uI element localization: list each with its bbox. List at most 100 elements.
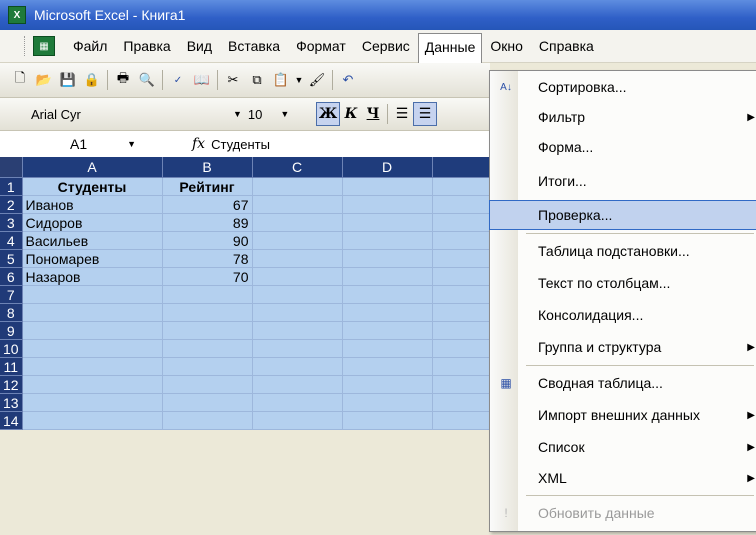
font-size-box[interactable]: ▼ 10 ▼ bbox=[232, 103, 304, 125]
cell[interactable] bbox=[432, 249, 493, 268]
cell[interactable] bbox=[432, 303, 493, 322]
cell[interactable] bbox=[162, 357, 253, 376]
row-header[interactable]: 8 bbox=[0, 303, 23, 322]
function-icon[interactable]: fx bbox=[192, 136, 205, 152]
cell[interactable] bbox=[22, 357, 163, 376]
menu-item-group-outline[interactable]: Группа и структура ▶ bbox=[490, 333, 756, 361]
menu-view[interactable]: Вид bbox=[179, 34, 220, 58]
undo-icon[interactable]: ↶ bbox=[338, 70, 358, 90]
cell-a4[interactable]: Васильев bbox=[22, 231, 163, 250]
cell[interactable] bbox=[22, 411, 163, 430]
cell[interactable] bbox=[342, 339, 433, 358]
row-header[interactable]: 7 bbox=[0, 285, 23, 304]
permission-icon[interactable]: 🔒 bbox=[82, 70, 102, 90]
cell[interactable] bbox=[252, 249, 343, 268]
menu-item-sort[interactable]: A↓ Сортировка... bbox=[490, 73, 756, 101]
paste-icon[interactable]: 📋 bbox=[271, 70, 291, 90]
bold-button[interactable]: Ж bbox=[316, 102, 340, 126]
underline-button[interactable]: Ч bbox=[362, 103, 384, 125]
research-icon[interactable]: 📖 bbox=[192, 70, 212, 90]
cell[interactable] bbox=[432, 357, 493, 376]
cell[interactable] bbox=[252, 411, 343, 430]
cell-a5[interactable]: Пономарев bbox=[22, 249, 163, 268]
cell[interactable] bbox=[162, 285, 253, 304]
menu-item-validation[interactable]: Проверка... bbox=[489, 200, 756, 230]
cell[interactable] bbox=[342, 321, 433, 340]
cell[interactable] bbox=[432, 267, 493, 286]
row-header[interactable]: 1 bbox=[0, 177, 23, 196]
cell[interactable] bbox=[342, 249, 433, 268]
cell[interactable] bbox=[342, 303, 433, 322]
column-header-d[interactable]: D bbox=[342, 157, 433, 178]
row-header[interactable]: 11 bbox=[0, 357, 23, 376]
cell[interactable] bbox=[432, 339, 493, 358]
row-header[interactable]: 13 bbox=[0, 393, 23, 412]
cell-b2[interactable]: 67 bbox=[162, 195, 253, 214]
menu-item-import-external[interactable]: Импорт внешних данных ▶ bbox=[490, 401, 756, 429]
chevron-down-icon[interactable]: ▼ bbox=[233, 109, 242, 119]
chevron-down-icon[interactable]: ▼ bbox=[280, 109, 289, 119]
column-header-e[interactable] bbox=[432, 157, 493, 178]
select-all-corner[interactable] bbox=[0, 157, 23, 178]
name-box[interactable]: A1 ▼ bbox=[0, 133, 136, 155]
cell[interactable] bbox=[22, 285, 163, 304]
cell[interactable] bbox=[162, 339, 253, 358]
cell[interactable] bbox=[252, 357, 343, 376]
menu-item-list[interactable]: Список ▶ bbox=[490, 433, 756, 461]
menu-insert[interactable]: Вставка bbox=[220, 34, 288, 58]
cut-icon[interactable]: ✂ bbox=[223, 70, 243, 90]
cell[interactable] bbox=[22, 375, 163, 394]
row-header[interactable]: 4 bbox=[0, 231, 23, 250]
cell-b5[interactable]: 78 bbox=[162, 249, 253, 268]
cell[interactable] bbox=[432, 321, 493, 340]
cell[interactable] bbox=[162, 375, 253, 394]
cell[interactable] bbox=[342, 267, 433, 286]
menu-item-pivot-table[interactable]: ▦ Сводная таблица... bbox=[490, 369, 756, 397]
cell[interactable] bbox=[22, 321, 163, 340]
cell[interactable] bbox=[252, 339, 343, 358]
row-header[interactable]: 14 bbox=[0, 411, 23, 430]
chevron-down-icon[interactable]: ▼ bbox=[127, 139, 136, 149]
print-preview-icon[interactable]: 🔍 bbox=[137, 70, 157, 90]
cell[interactable] bbox=[252, 213, 343, 232]
save-icon[interactable]: 💾 bbox=[58, 70, 78, 90]
cell[interactable] bbox=[252, 375, 343, 394]
cell[interactable] bbox=[162, 411, 253, 430]
cell[interactable] bbox=[162, 321, 253, 340]
cell-a2[interactable]: Иванов bbox=[22, 195, 163, 214]
column-header-b[interactable]: B bbox=[162, 157, 253, 178]
cell-a1[interactable]: Студенты bbox=[22, 177, 163, 196]
menu-item-text-to-columns[interactable]: Текст по столбцам... bbox=[490, 269, 756, 297]
cell[interactable] bbox=[252, 303, 343, 322]
cell[interactable] bbox=[432, 231, 493, 250]
cell[interactable] bbox=[432, 375, 493, 394]
row-header[interactable]: 9 bbox=[0, 321, 23, 340]
cell-a3[interactable]: Сидоров bbox=[22, 213, 163, 232]
cell-b4[interactable]: 90 bbox=[162, 231, 253, 250]
spelling-icon[interactable]: ✓ bbox=[168, 70, 188, 90]
cell[interactable] bbox=[342, 231, 433, 250]
cell-b6[interactable]: 70 bbox=[162, 267, 253, 286]
row-header[interactable]: 5 bbox=[0, 249, 23, 268]
cell[interactable] bbox=[342, 195, 433, 214]
cell[interactable] bbox=[342, 213, 433, 232]
menu-item-filter[interactable]: Фильтр ▶ bbox=[490, 103, 756, 131]
cell[interactable] bbox=[22, 339, 163, 358]
menu-item-data-table[interactable]: Таблица подстановки... bbox=[490, 237, 756, 265]
cell[interactable] bbox=[162, 393, 253, 412]
row-header[interactable]: 3 bbox=[0, 213, 23, 232]
row-header[interactable]: 10 bbox=[0, 339, 23, 358]
cell[interactable] bbox=[432, 213, 493, 232]
menu-item-xml[interactable]: XML ▶ bbox=[490, 464, 756, 492]
cell[interactable] bbox=[342, 285, 433, 304]
menu-data[interactable]: Данные bbox=[417, 33, 483, 63]
menu-file[interactable]: Файл bbox=[65, 34, 115, 58]
workbook-icon[interactable]: ▦ bbox=[33, 36, 55, 56]
cell[interactable] bbox=[252, 177, 343, 196]
cell[interactable] bbox=[342, 357, 433, 376]
menu-item-form[interactable]: Форма... bbox=[490, 133, 756, 161]
cell[interactable] bbox=[252, 321, 343, 340]
cell[interactable] bbox=[22, 303, 163, 322]
row-header[interactable]: 2 bbox=[0, 195, 23, 214]
menu-window[interactable]: Окно bbox=[482, 34, 531, 58]
